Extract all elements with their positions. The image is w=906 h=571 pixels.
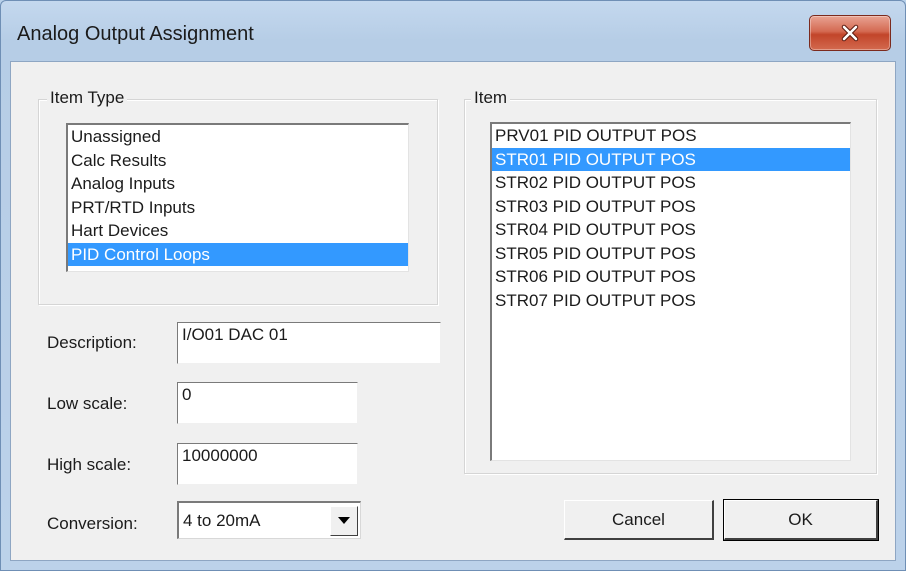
description-field[interactable]: I/O01 DAC 01 [177,322,441,364]
item-type-list-item[interactable]: Unassigned [68,125,408,149]
conversion-dropdown[interactable]: 4 to 20mA [177,501,361,539]
close-button[interactable] [809,15,891,51]
item-list-item[interactable]: STR04 PID OUTPUT POS [492,218,850,242]
item-list-item[interactable]: PRV01 PID OUTPUT POS [492,124,850,148]
dialog-window: Analog Output Assignment Item Type Unass… [0,0,906,571]
item-list-item[interactable]: STR03 PID OUTPUT POS [492,195,850,219]
low-scale-label: Low scale: [47,394,128,413]
chevron-down-icon [338,512,350,530]
dialog-client-area: Item Type Unassigned Calc Results Analog I… [10,61,896,561]
item-type-list-item[interactable]: Calc Results [68,149,408,173]
description-label: Description: [47,333,137,352]
conversion-label: Conversion: [47,514,138,533]
item-type-listbox[interactable]: Unassigned Calc Results Analog Inputs PRT/R… [66,123,409,272]
conversion-dropdown-button[interactable] [330,506,358,536]
item-list-item[interactable]: STR01 PID OUTPUT POS [492,147,850,171]
title-bar[interactable]: Analog Output Assignment [1,1,905,61]
item-groupbox: Item PRV01 PID OUTPUT POS STR01 PID OUTPU… [464,88,877,474]
high-scale-field[interactable]: 10000000 [177,443,358,485]
item-list-item[interactable]: STR07 PID OUTPUT POS [492,289,850,313]
window-title: Analog Output Assignment [17,23,254,45]
low-scale-field[interactable]: 0 [177,382,358,424]
ok-button[interactable]: OK [723,499,879,541]
item-type-list-item[interactable]: Hart Devices [68,219,408,243]
item-listbox[interactable]: PRV01 PID OUTPUT POS STR01 PID OUTPUT POS… [490,122,851,461]
item-list-item[interactable]: STR02 PID OUTPUT POS [492,171,850,195]
high-scale-label: High scale: [47,455,132,474]
item-type-group-label: Item Type [47,88,128,108]
conversion-value: 4 to 20mA [183,511,261,530]
cancel-button[interactable]: Cancel [564,500,714,540]
close-icon [840,24,860,42]
item-type-list-item[interactable]: PID Control Loops [68,242,408,266]
item-type-list-item[interactable]: Analog Inputs [68,172,408,196]
item-type-list-item[interactable]: PRT/RTD Inputs [68,196,408,220]
item-group-label: Item [471,88,511,108]
item-list-item[interactable]: STR06 PID OUTPUT POS [492,265,850,289]
item-type-groupbox: Item Type Unassigned Calc Results Analog I… [38,88,438,305]
item-list-item[interactable]: STR05 PID OUTPUT POS [492,242,850,266]
